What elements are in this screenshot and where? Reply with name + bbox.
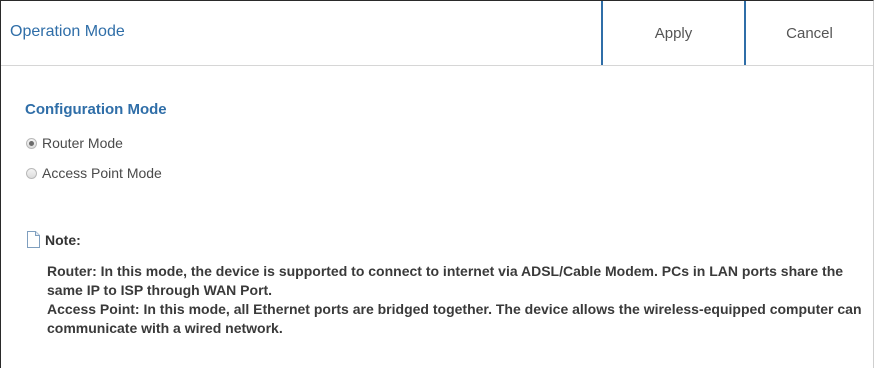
router-mode-radio[interactable] [26,137,37,149]
access-point-mode-radio[interactable] [26,167,37,179]
configuration-mode-heading: Configuration Mode [25,101,167,118]
note-router-text: Router: In this mode, the device is supp… [47,263,844,298]
cancel-button[interactable]: Cancel [746,1,873,65]
note-label: Note: [45,231,81,248]
access-point-mode-label: Access Point Mode [42,165,162,181]
page-title: Operation Mode [10,23,125,40]
router-mode-label: Router Mode [42,135,123,151]
router-mode-option[interactable]: Router Mode [26,135,123,151]
panel-header: Operation Mode Apply Cancel [1,1,873,66]
note-text: Router: In this mode, the device is supp… [47,262,867,338]
note-access-point-text: Access Point: In this mode, all Ethernet… [47,301,862,336]
document-icon [27,231,40,248]
access-point-mode-option[interactable]: Access Point Mode [26,165,162,181]
operation-mode-panel: Operation Mode Apply Cancel Configuratio… [0,0,874,368]
note-heading: Note: [27,231,81,248]
apply-button[interactable]: Apply [601,1,746,65]
